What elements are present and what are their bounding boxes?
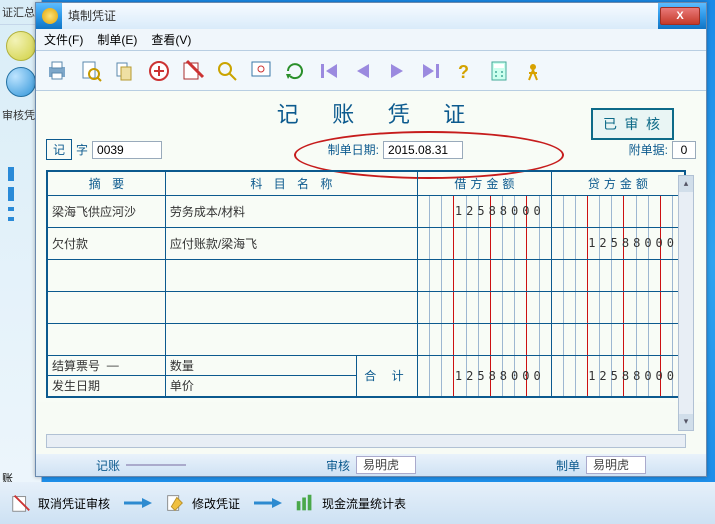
credit-cell[interactable] bbox=[551, 259, 685, 291]
toolbar: ? bbox=[36, 51, 706, 91]
status-bar: 记账 审核 易明虎 制单 易明虎 bbox=[36, 454, 706, 476]
table-row[interactable] bbox=[47, 323, 685, 355]
table-row[interactable]: 梁海飞供应河沙劳务成本/材料12588000 bbox=[47, 195, 685, 227]
scroll-up-icon[interactable]: ▴ bbox=[679, 176, 693, 192]
menu-view[interactable]: 查看(V) bbox=[151, 31, 191, 48]
debit-cell[interactable] bbox=[417, 227, 551, 259]
locate-icon[interactable] bbox=[246, 56, 276, 86]
document-body: 记 账 凭 证 已 审 核 记 字 制单日期: 附单据: bbox=[36, 91, 706, 402]
debit-total-cell: 12588000 bbox=[417, 355, 551, 397]
ticket-label: 结算票号 bbox=[52, 357, 100, 374]
app-icon bbox=[42, 8, 58, 24]
horizontal-scrollbar[interactable] bbox=[46, 434, 686, 448]
credit-cell[interactable] bbox=[551, 195, 685, 227]
attach-count-input[interactable] bbox=[672, 141, 696, 159]
modify-icon bbox=[164, 492, 186, 514]
approved-stamp: 已 审 核 bbox=[591, 108, 674, 140]
find-icon[interactable] bbox=[212, 56, 242, 86]
first-icon[interactable] bbox=[314, 56, 344, 86]
credit-cell[interactable] bbox=[551, 323, 685, 355]
menu-file[interactable]: 文件(F) bbox=[44, 31, 83, 48]
credit-total-cell: 12588000 bbox=[551, 355, 685, 397]
subject-cell[interactable]: 应付账款/梁海飞 bbox=[165, 227, 417, 259]
delete-icon[interactable] bbox=[178, 56, 208, 86]
voucher-type: 记 bbox=[46, 139, 72, 160]
side-icon-ball bbox=[6, 31, 36, 61]
prep-label: 制单 bbox=[556, 457, 580, 474]
menubar: 文件(F) 制单(E) 查看(V) bbox=[36, 29, 706, 51]
table-row[interactable]: 欠付款应付账款/梁海飞 12588000 bbox=[47, 227, 685, 259]
prep-value: 易明虎 bbox=[586, 456, 646, 474]
voucher-number-input[interactable] bbox=[92, 141, 162, 159]
window-title: 填制凭证 bbox=[62, 3, 658, 29]
summary-cell[interactable] bbox=[47, 323, 165, 355]
subject-cell[interactable]: 劳务成本/材料 bbox=[165, 195, 417, 227]
col-credit: 贷方金额 bbox=[551, 171, 685, 195]
subject-cell[interactable] bbox=[165, 259, 417, 291]
next-icon[interactable] bbox=[382, 56, 412, 86]
summary-cell[interactable]: 梁海飞供应河沙 bbox=[47, 195, 165, 227]
help-icon[interactable]: ? bbox=[450, 56, 480, 86]
debit-cell[interactable] bbox=[417, 323, 551, 355]
voucher-grid[interactable]: 摘 要 科 目 名 称 借方金额 贷方金额 梁海飞供应河沙劳务成本/材料1258… bbox=[46, 170, 686, 398]
exit-icon[interactable] bbox=[518, 56, 548, 86]
subject-cell[interactable] bbox=[165, 291, 417, 323]
last-icon[interactable] bbox=[416, 56, 446, 86]
col-debit: 借方金额 bbox=[417, 171, 551, 195]
post-value bbox=[126, 464, 186, 466]
refresh-icon[interactable] bbox=[280, 56, 310, 86]
menu-entry[interactable]: 制单(E) bbox=[97, 31, 137, 48]
debit-cell[interactable] bbox=[417, 259, 551, 291]
zi-label: 字 bbox=[76, 141, 88, 158]
cashflow-button[interactable]: 现金流量统计表 bbox=[294, 492, 406, 514]
modify-voucher-button[interactable]: 修改凭证 bbox=[164, 492, 240, 514]
arrow-icon bbox=[252, 496, 282, 510]
cancel-audit-button[interactable]: 取消凭证审核 bbox=[10, 492, 110, 514]
calculator-icon[interactable] bbox=[484, 56, 514, 86]
copy-icon[interactable] bbox=[110, 56, 140, 86]
col-subject: 科 目 名 称 bbox=[165, 171, 417, 195]
table-row[interactable] bbox=[47, 259, 685, 291]
debit-cell[interactable] bbox=[417, 291, 551, 323]
preview-icon[interactable] bbox=[76, 56, 106, 86]
summary-cell[interactable] bbox=[47, 259, 165, 291]
col-summary: 摘 要 bbox=[47, 171, 165, 195]
summary-cell[interactable]: 欠付款 bbox=[47, 227, 165, 259]
audit-label: 审核 bbox=[326, 457, 350, 474]
vertical-scrollbar[interactable]: ▴ ▾ bbox=[678, 175, 694, 431]
print-icon[interactable] bbox=[42, 56, 72, 86]
summary-cell[interactable] bbox=[47, 291, 165, 323]
total-label: 合 计 bbox=[357, 356, 417, 396]
titlebar[interactable]: 填制凭证 X bbox=[36, 3, 706, 29]
price-label: 单价 bbox=[170, 377, 194, 394]
debit-cell[interactable]: 12588000 bbox=[417, 195, 551, 227]
ticket-value: — bbox=[107, 358, 119, 372]
scroll-down-icon[interactable]: ▾ bbox=[679, 414, 693, 430]
cancel-audit-icon bbox=[10, 492, 32, 514]
prev-icon[interactable] bbox=[348, 56, 378, 86]
qty-label: 数量 bbox=[170, 357, 194, 374]
table-row[interactable] bbox=[47, 291, 685, 323]
subject-cell[interactable] bbox=[165, 323, 417, 355]
footer-toolbar: 取消凭证审核 修改凭证 现金流量统计表 bbox=[0, 482, 715, 524]
occur-date-label: 发生日期 bbox=[52, 377, 100, 394]
audit-value: 易明虎 bbox=[356, 456, 416, 474]
voucher-window: 填制凭证 X 文件(F) 制单(E) 查看(V) ? 记 账 凭 bbox=[35, 2, 707, 477]
side-icon-globe bbox=[6, 67, 36, 97]
arrow-icon bbox=[122, 496, 152, 510]
post-label: 记账 bbox=[96, 457, 120, 474]
cashflow-icon bbox=[294, 492, 316, 514]
close-button[interactable]: X bbox=[660, 7, 700, 25]
svg-text:?: ? bbox=[458, 62, 469, 82]
attach-label: 附单据: bbox=[629, 141, 668, 158]
credit-cell[interactable]: 12588000 bbox=[551, 227, 685, 259]
credit-cell[interactable] bbox=[551, 291, 685, 323]
add-icon[interactable] bbox=[144, 56, 174, 86]
